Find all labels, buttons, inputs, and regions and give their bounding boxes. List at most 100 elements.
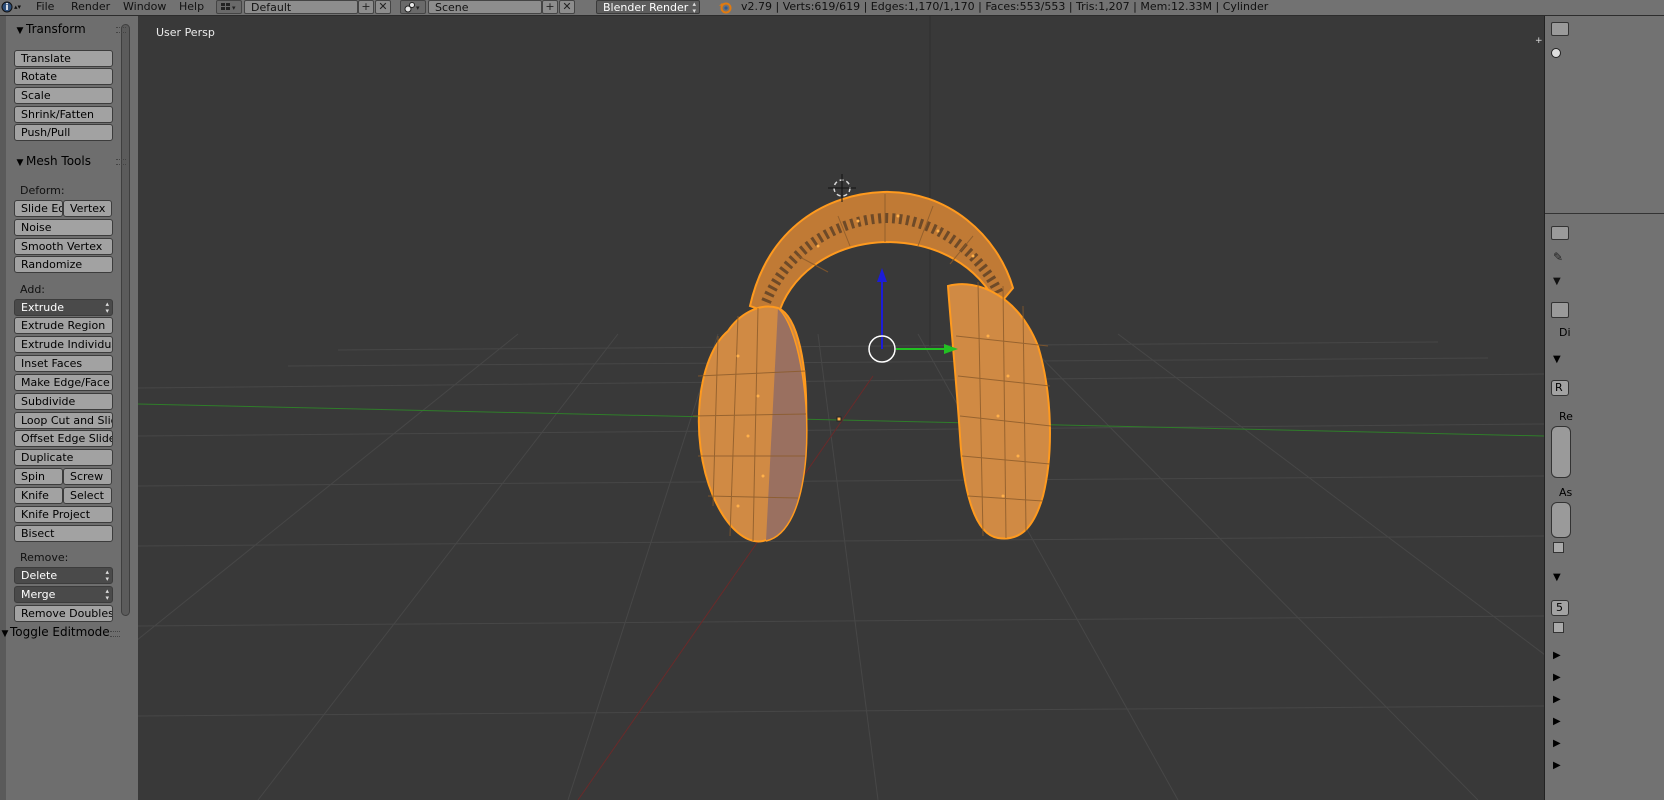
extrude-region-button[interactable]: Extrude Region <box>14 317 113 334</box>
panel-collapsed-icon[interactable]: ▶ <box>1553 650 1561 661</box>
screen-layout-field[interactable]: Default <box>244 0 358 14</box>
pin-icon[interactable]: ✎ <box>1553 250 1563 264</box>
3d-viewport[interactable]: User Persp <box>138 16 1544 800</box>
loop-cut-slide-button[interactable]: Loop Cut and Slide <box>14 412 113 429</box>
scene-statistics: v2.79 | Verts:619/619 | Edges:1,170/1,17… <box>741 0 1269 13</box>
deform-label: Deform: <box>20 184 65 197</box>
tool-shelf-scrollbar[interactable] <box>121 24 130 616</box>
render-engine-dropdown[interactable]: Blender Render ▴ ▾ <box>596 0 700 15</box>
merge-dropdown[interactable]: Merge ▴ ▾ <box>14 586 113 603</box>
dropdown-arrows-icon: ▴ ▾ <box>105 300 109 315</box>
toggle-editmode-title: Toggle Editmode <box>10 625 110 639</box>
transform-panel-title: Transform <box>26 22 86 36</box>
dropdown-arrows-icon: ▴ ▾ <box>105 568 109 583</box>
knife-project-button[interactable]: Knife Project <box>14 506 113 523</box>
mesh-tools-panel-title: Mesh Tools <box>26 154 91 168</box>
smooth-vertex-button[interactable]: Smooth Vertex <box>14 238 113 255</box>
border-checkbox[interactable] <box>1553 542 1564 553</box>
floor-grid <box>138 333 1544 800</box>
tool-shelf: ▼ Transform Translate Rotate Scale Shrink… <box>2 16 139 800</box>
panel-collapsed-icon[interactable]: ▶ <box>1553 672 1561 683</box>
viewport-canvas[interactable] <box>138 16 1544 800</box>
frame-field[interactable]: 5 <box>1551 600 1569 616</box>
properties-editor-icon[interactable] <box>1551 226 1569 240</box>
panel-triangle-icon[interactable]: ▼ <box>1553 354 1561 365</box>
bisect-button[interactable]: Bisect <box>14 525 113 542</box>
add-scene-button[interactable]: + <box>542 0 558 14</box>
collapse-triangle-icon: ▼ <box>16 158 24 168</box>
render-icon[interactable] <box>1551 302 1569 318</box>
scene-icon[interactable]: ▾ <box>400 0 426 14</box>
rotate-button[interactable]: Rotate <box>14 68 113 85</box>
delete-dropdown[interactable]: Delete ▴ ▾ <box>14 567 113 584</box>
mesh-tools-panel-header[interactable]: ▼ Mesh Tools <box>14 152 132 170</box>
offset-edge-slide-button[interactable]: Offset Edge Slide <box>14 430 113 447</box>
merge-label: Merge <box>21 588 56 601</box>
menu-render[interactable]: Render <box>71 0 110 15</box>
drag-grip-icon[interactable] <box>116 159 126 165</box>
spin-button[interactable]: Spin <box>14 468 63 485</box>
outliner-expand-icon[interactable] <box>1551 48 1561 58</box>
knife-button[interactable]: Knife <box>14 487 63 504</box>
screen-layout-icon[interactable]: ▾ <box>216 0 242 14</box>
delete-scene-button[interactable]: ✕ <box>559 0 575 14</box>
info-editor-icon[interactable] <box>1 0 13 15</box>
render-button[interactable]: R <box>1551 380 1569 396</box>
screw-button[interactable]: Screw <box>63 468 112 485</box>
panel-collapsed-icon[interactable]: ▶ <box>1553 738 1561 749</box>
add-layout-button[interactable]: + <box>358 0 374 14</box>
option-checkbox[interactable] <box>1553 622 1564 633</box>
svg-text:▾: ▾ <box>232 4 236 12</box>
transform-manipulator[interactable] <box>868 268 958 363</box>
inset-faces-button[interactable]: Inset Faces <box>14 355 113 372</box>
panel-collapsed-icon[interactable]: ▶ <box>1553 716 1561 727</box>
menu-help[interactable]: Help <box>179 0 204 15</box>
menu-window[interactable]: Window <box>123 0 166 15</box>
subdivide-button[interactable]: Subdivide <box>14 393 113 410</box>
panel-triangle-icon[interactable]: ▼ <box>1553 276 1561 287</box>
panel-collapsed-icon[interactable]: ▶ <box>1553 760 1561 771</box>
properties-area: + ✎ ▼ Di ▼ R Re As ▼ 5 ▶ ▶ ▶ ▶ ▶ ▶ <box>1535 16 1664 800</box>
push-pull-button[interactable]: Push/Pull <box>14 124 113 141</box>
scale-button[interactable]: Scale <box>14 87 113 104</box>
randomize-button[interactable]: Randomize <box>14 256 113 273</box>
median-point-icon <box>836 416 842 422</box>
editor-type-arrows-icon: ▴▾ <box>14 3 22 11</box>
collapse-triangle-icon: ▼ <box>16 26 24 36</box>
remove-doubles-button[interactable]: Remove Doubles <box>14 605 113 622</box>
scene-field[interactable]: Scene <box>428 0 542 14</box>
resolution-label: Re <box>1559 410 1573 423</box>
toggle-editmode-panel-header[interactable]: ▼ Toggle Editmode <box>0 624 130 640</box>
noise-button[interactable]: Noise <box>14 219 113 236</box>
delete-layout-button[interactable]: ✕ <box>375 0 391 14</box>
make-edge-face-button[interactable]: Make Edge/Face <box>14 374 113 391</box>
panel-collapsed-icon[interactable]: ▶ <box>1553 694 1561 705</box>
panel-triangle-icon[interactable]: ▼ <box>1553 572 1561 583</box>
drag-grip-icon[interactable] <box>116 27 126 33</box>
knife-select-button[interactable]: Select <box>63 487 112 504</box>
area-split-plus-icon[interactable]: + <box>1535 37 1543 46</box>
slide-vertex-button[interactable]: Vertex <box>63 200 112 217</box>
cylinder-mesh[interactable] <box>692 190 1052 543</box>
menu-file[interactable]: File <box>36 0 54 15</box>
extrude-dropdown[interactable]: Extrude ▴ ▾ <box>14 299 113 316</box>
extrude-label: Extrude <box>21 301 65 314</box>
dropdown-arrows-icon: ▴ ▾ <box>105 587 109 602</box>
drag-grip-icon[interactable] <box>110 631 120 637</box>
transform-panel-header[interactable]: ▼ Transform <box>14 20 132 38</box>
render-engine-label: Blender Render <box>603 1 689 14</box>
outliner-editor-icon[interactable] <box>1551 22 1569 36</box>
resolution-fields[interactable] <box>1551 426 1571 478</box>
dimensions-label: Di <box>1559 326 1571 339</box>
aspect-fields[interactable] <box>1551 502 1571 538</box>
dropdown-arrows-icon: ▴ ▾ <box>692 0 696 15</box>
slide-edge-button[interactable]: Slide Ed <box>14 200 63 217</box>
gizmo-z-arrow-icon[interactable] <box>877 268 887 282</box>
translate-button[interactable]: Translate <box>14 50 113 67</box>
extrude-individual-button[interactable]: Extrude Individual <box>14 336 113 353</box>
shrink-fatten-button[interactable]: Shrink/Fatten <box>14 106 113 123</box>
outliner-area[interactable]: + <box>1535 16 1664 214</box>
properties-editor[interactable]: ✎ ▼ Di ▼ R Re As ▼ 5 ▶ ▶ ▶ ▶ ▶ ▶ <box>1545 220 1664 800</box>
collapse-triangle-icon: ▼ <box>1 629 9 639</box>
duplicate-button[interactable]: Duplicate <box>14 449 113 466</box>
